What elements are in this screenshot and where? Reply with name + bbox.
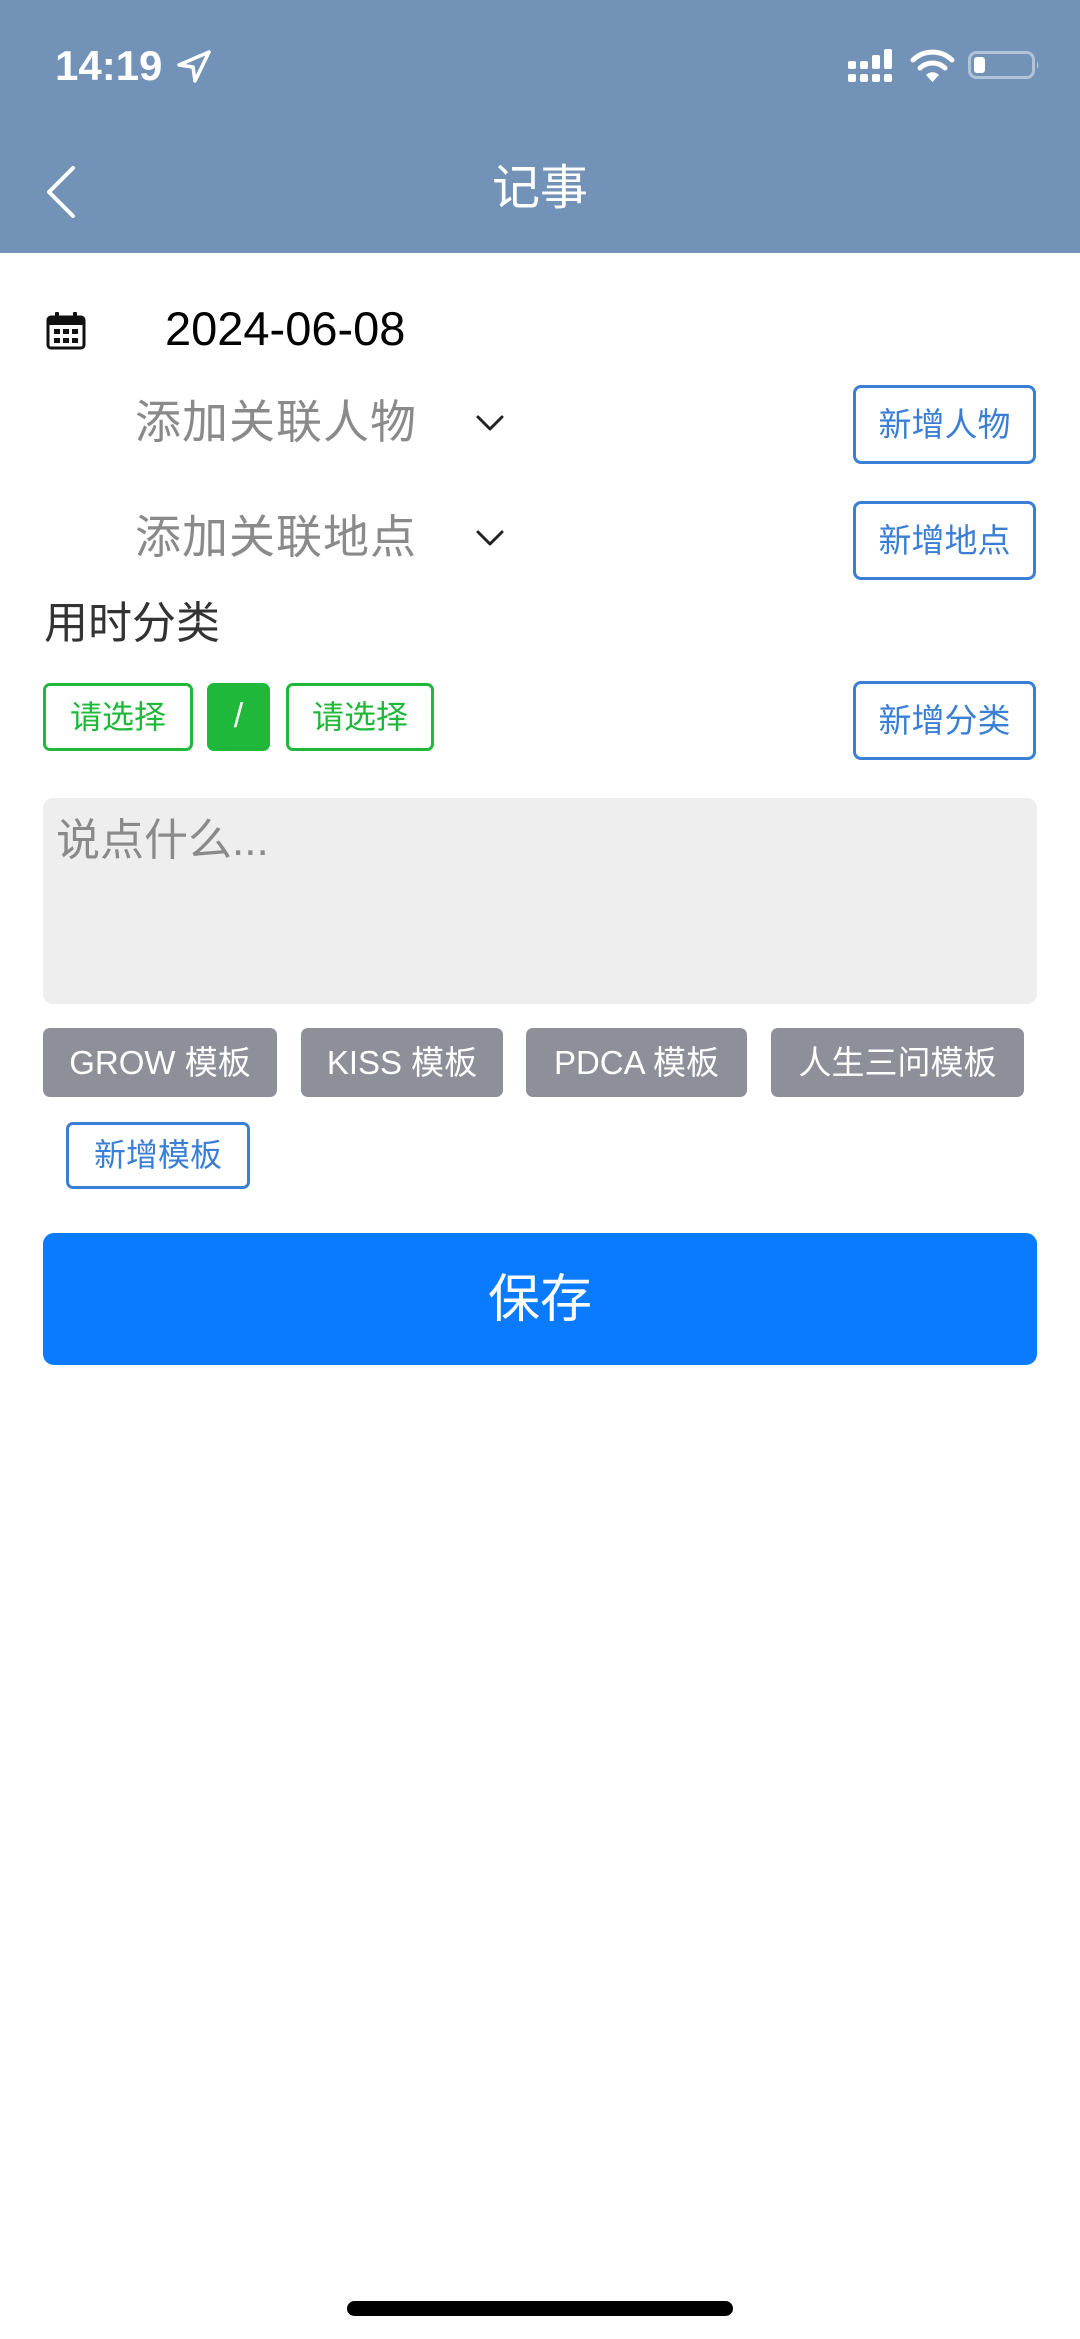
category-secondary-select[interactable]: 请选择 — [286, 683, 434, 751]
wifi-icon — [910, 49, 955, 82]
location-arrow-icon — [177, 50, 211, 83]
add-person-button[interactable]: 新增人物 — [853, 385, 1036, 464]
add-location-button[interactable]: 新增地点 — [853, 501, 1036, 580]
battery-icon — [968, 51, 1039, 79]
cellular-signal-icon — [848, 49, 892, 82]
status-time: 14:19 — [55, 42, 163, 89]
save-button[interactable]: 保存 — [43, 1233, 1037, 1365]
template-pdca-button[interactable]: PDCA 模板 — [526, 1028, 747, 1097]
calendar-icon[interactable] — [46, 312, 86, 350]
category-primary-select[interactable]: 请选择 — [43, 683, 193, 751]
location-dropdown-placeholder: 添加关联地点 — [135, 511, 417, 563]
date-picker[interactable]: 2024-06-08 — [165, 299, 405, 359]
add-template-button[interactable]: 新增模板 — [66, 1122, 250, 1189]
category-separator: / — [207, 683, 270, 751]
home-indicator[interactable] — [347, 2301, 733, 2316]
note-input[interactable] — [43, 798, 1037, 1004]
location-dropdown[interactable]: 添加关联地点 — [135, 504, 515, 574]
chevron-down-icon — [476, 530, 504, 546]
template-kiss-button[interactable]: KISS 模板 — [301, 1028, 503, 1097]
page-title: 记事 — [491, 162, 588, 215]
chevron-down-icon — [476, 415, 504, 431]
add-category-button[interactable]: 新增分类 — [853, 681, 1036, 760]
person-dropdown-placeholder: 添加关联人物 — [135, 396, 417, 448]
template-life-questions-button[interactable]: 人生三问模板 — [771, 1028, 1024, 1097]
template-grow-button[interactable]: GROW 模板 — [43, 1028, 277, 1097]
app-header: 14:19 记事 — [0, 0, 1080, 253]
category-section-label: 用时分类 — [44, 599, 220, 648]
person-dropdown[interactable]: 添加关联人物 — [135, 389, 515, 459]
